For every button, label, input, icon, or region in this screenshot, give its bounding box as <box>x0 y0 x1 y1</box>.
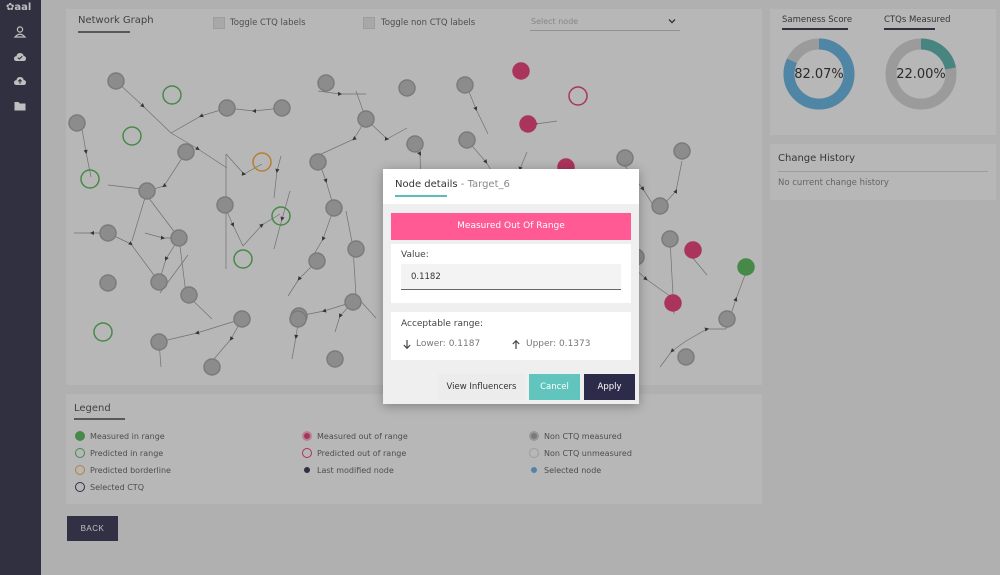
modal-header: Node details - Target_6 <box>383 169 639 204</box>
lower-bound: Lower: 0.1187 <box>416 339 481 349</box>
arrow-up-icon <box>512 339 520 349</box>
apply-button[interactable]: Apply <box>584 374 635 400</box>
node-details-modal: Node details - Target_6 Measured Out Of … <box>383 169 639 404</box>
modal-title-text: Node details <box>395 179 458 190</box>
value-input[interactable] <box>401 264 621 290</box>
modal-node-name: Target_6 <box>467 179 510 190</box>
view-influencers-button[interactable]: View Influencers <box>438 374 525 400</box>
modal-title-separator: - <box>457 179 468 190</box>
status-banner: Measured Out Of Range <box>391 213 631 240</box>
arrow-down-icon <box>403 340 411 350</box>
cancel-button[interactable]: Cancel <box>529 374 580 400</box>
acceptable-range-card: Acceptable range: Lower: 0.1187 Upper: 0… <box>391 312 631 360</box>
value-card: Value: <box>391 244 631 303</box>
upper-bound: Upper: 0.1373 <box>526 339 591 349</box>
modal-title: Node details - Target_6 <box>395 179 510 190</box>
modal-title-underline <box>395 195 447 197</box>
value-label: Value: <box>401 250 429 260</box>
acceptable-range-label: Acceptable range: <box>401 319 484 329</box>
